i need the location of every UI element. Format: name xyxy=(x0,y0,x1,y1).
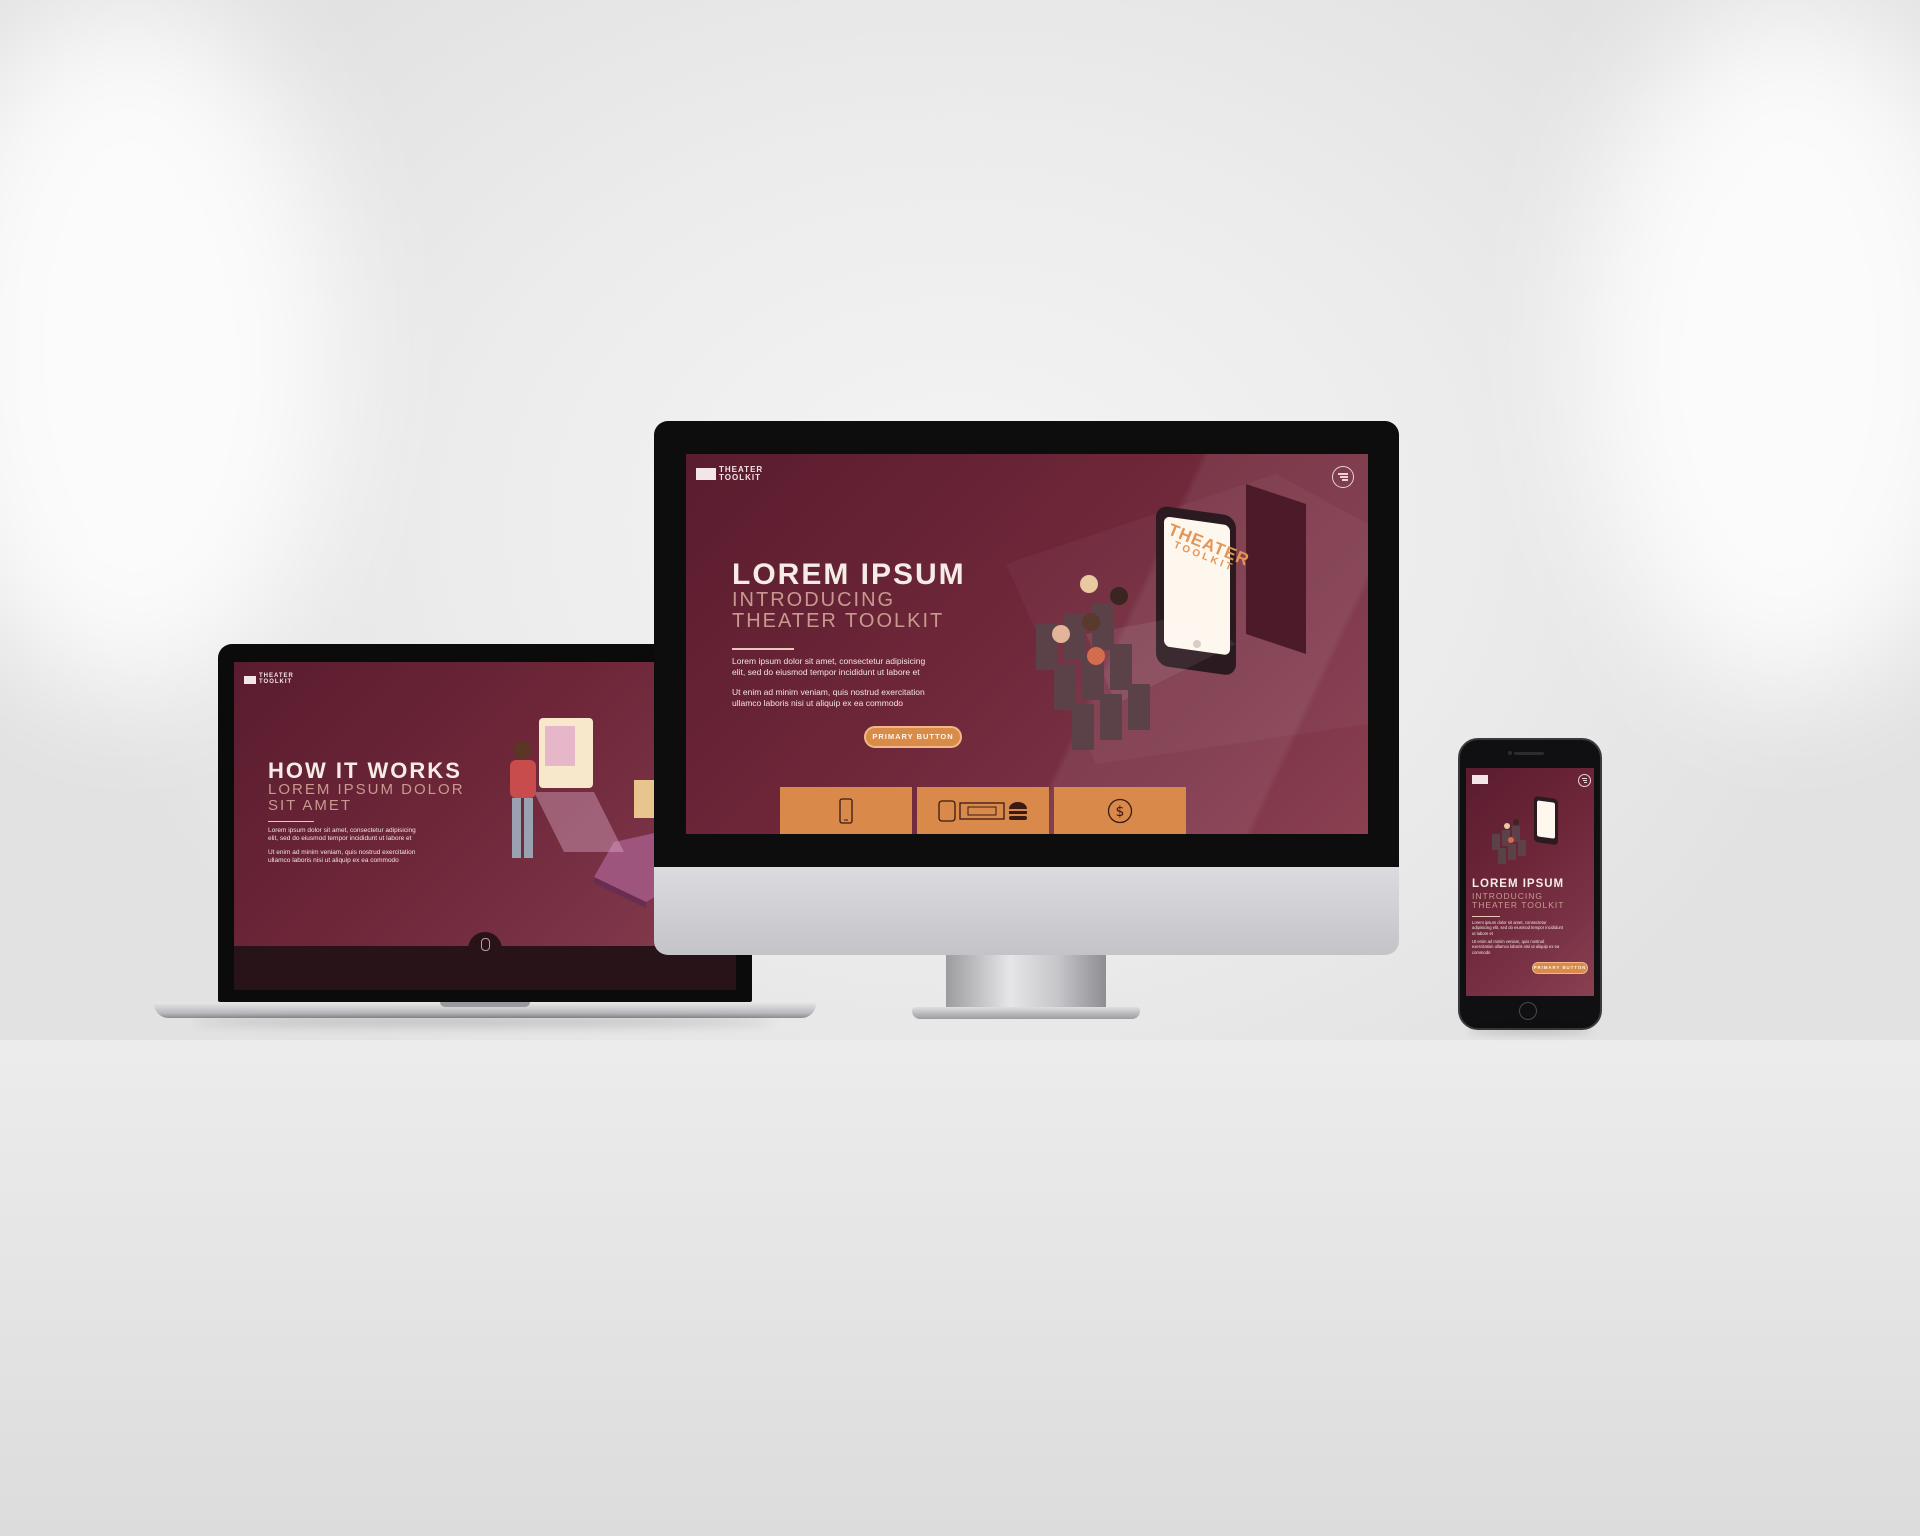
desktop-paragraph-2: Ut enim ad minim veniam, quis nostrud ex… xyxy=(732,687,925,709)
laptop-subheading-line1: LOREM IPSUM DOLOR xyxy=(268,781,465,798)
spotlight-right xyxy=(1580,0,1920,700)
phone-screen: LOREM IPSUM INTRODUCING THEATER TOOLKIT … xyxy=(1466,768,1594,996)
logo-line2: TOOLKIT xyxy=(719,472,761,482)
desktop-monitor: THEATER TOOLKIT LOREM IPSUM INTRODUCING T… xyxy=(654,421,1399,1021)
smartphone: LOREM IPSUM INTRODUCING THEATER TOOLKIT … xyxy=(1458,738,1602,1034)
scroll-down-button[interactable] xyxy=(468,932,502,954)
phone-camera xyxy=(1508,751,1512,755)
curtain-logo-icon xyxy=(1472,775,1488,784)
seat-ticket-burger-icon xyxy=(938,799,1027,822)
laptop-notch xyxy=(440,1002,530,1007)
phone-hamburger-menu-icon[interactable] xyxy=(1578,774,1591,787)
monitor-chin xyxy=(654,867,1399,955)
desktop-illustration xyxy=(1006,474,1368,764)
svg-text:$: $ xyxy=(1116,804,1125,820)
phone-shadow xyxy=(1468,1028,1592,1034)
desktop-heading: LOREM IPSUM xyxy=(732,558,966,591)
logo-line2: TOOLKIT xyxy=(259,678,293,685)
desktop-subheading-line2: THEATER TOOLKIT xyxy=(732,610,945,632)
desktop-subheading: INTRODUCING THEATER TOOLKIT xyxy=(732,590,944,632)
phone-home-button[interactable] xyxy=(1519,1002,1537,1020)
phone-speaker xyxy=(1514,752,1544,755)
laptop-paragraph-2: Ut enim ad minim veniam, quis nostrud ex… xyxy=(268,849,416,865)
desktop-divider xyxy=(732,648,794,650)
phone-logo[interactable] xyxy=(1472,775,1488,784)
feature-tile-pricing[interactable]: $ xyxy=(1054,787,1186,834)
feature-tile-mobile[interactable] xyxy=(780,787,912,834)
curtain-logo-icon xyxy=(696,467,716,480)
phone-paragraph-1: Lorem ipsum dolor sit amet, consectetur a… xyxy=(1472,920,1564,936)
laptop-logo[interactable]: THEATER TOOLKIT xyxy=(244,673,294,685)
phone-heading: LOREM IPSUM xyxy=(1472,878,1565,890)
desktop-paragraph-1: Lorem ipsum dolor sit amet, consectetur … xyxy=(732,656,926,678)
mouse-icon xyxy=(481,938,490,951)
laptop-paragraph-1: Lorem ipsum dolor sit amet, consectetur … xyxy=(268,827,416,843)
phone-primary-button[interactable]: PRIMARY BUTTON xyxy=(1532,962,1588,974)
laptop-subheading: LOREM IPSUM DOLOR SIT AMET xyxy=(268,782,465,814)
dollar-icon: $ xyxy=(1107,798,1133,823)
feature-tile-concessions[interactable] xyxy=(917,787,1049,834)
primary-button[interactable]: PRIMARY BUTTON xyxy=(864,726,962,748)
desktop-subheading-line1: INTRODUCING xyxy=(732,589,896,611)
desktop-logo[interactable]: THEATER TOOLKIT xyxy=(696,466,763,481)
laptop-divider xyxy=(268,821,314,822)
phone-paragraph-2: Ut enim ad minim veniam, quis nostrud exe… xyxy=(1472,939,1560,955)
spotlight-left xyxy=(0,0,340,700)
phone-divider xyxy=(1472,916,1500,917)
laptop-subheading-line2: SIT AMET xyxy=(268,796,353,814)
desktop-screen: THEATER TOOLKIT LOREM IPSUM INTRODUCING T… xyxy=(686,454,1368,834)
phone-illustration xyxy=(1492,796,1558,864)
smartphone-icon xyxy=(839,797,853,824)
curtain-logo-icon xyxy=(244,675,256,684)
phone-subheading: INTRODUCING THEATER TOOLKIT xyxy=(1472,892,1564,910)
phone-subheading-line2: THEATER TOOLKIT xyxy=(1472,899,1565,910)
monitor-stand-foot xyxy=(912,1007,1140,1019)
monitor-stand xyxy=(946,955,1106,1013)
floor xyxy=(0,1040,1920,1536)
